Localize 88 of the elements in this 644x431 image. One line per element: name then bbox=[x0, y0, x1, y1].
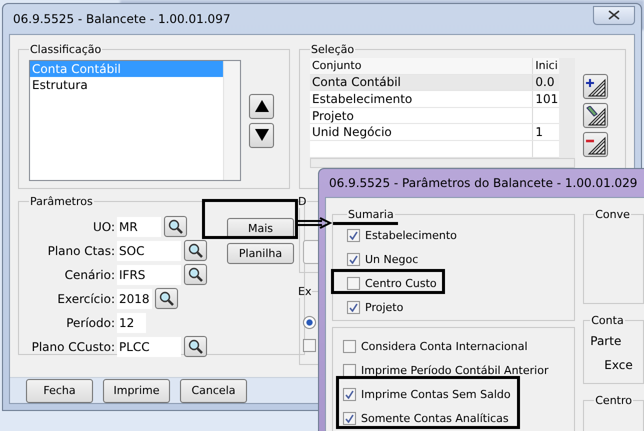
table-cell-text: 101 bbox=[534, 92, 559, 106]
input-field[interactable]: PLCC bbox=[117, 336, 181, 356]
group-label: Ex bbox=[297, 285, 312, 298]
triangle-up-icon bbox=[254, 100, 268, 112]
checkbox-label: Imprime Período Contábil Anterior bbox=[361, 364, 548, 376]
pencil-hatch-icon bbox=[586, 106, 606, 126]
table-row[interactable]: Conta Contábil 0.0 bbox=[310, 74, 559, 92]
minus-hatch-icon bbox=[586, 134, 606, 154]
table-cell: Estabelecimento bbox=[310, 91, 534, 107]
group-label: Classificação bbox=[29, 43, 102, 56]
checkbox-label: Imprime Contas Sem Saldo bbox=[361, 388, 511, 400]
field-label: UO: bbox=[92, 220, 115, 234]
action-button[interactable]: Fecha bbox=[26, 378, 93, 402]
field-label: Plano CCusto: bbox=[30, 340, 115, 354]
search-button[interactable] bbox=[184, 240, 207, 261]
window-title: 06.9.5525 - Parâmetros do Balancete - 1.00.01.029 bbox=[329, 176, 638, 190]
scrollbar[interactable] bbox=[310, 158, 575, 168]
table-cell-text: 0.0 bbox=[534, 75, 556, 90]
field-label: Cenário: bbox=[64, 268, 115, 282]
search-icon bbox=[188, 242, 204, 258]
remove-button[interactable] bbox=[583, 132, 608, 157]
table-row[interactable]: Projeto bbox=[310, 108, 559, 124]
close-button[interactable] bbox=[593, 6, 635, 24]
checkbox-label: Projeto bbox=[365, 300, 404, 314]
input-field[interactable]: IFRS bbox=[117, 264, 181, 284]
field-label: Exce bbox=[603, 357, 634, 374]
table-cell-text: 1 bbox=[534, 125, 544, 140]
annotation-arrow bbox=[296, 217, 332, 229]
input-field[interactable]: 12 bbox=[117, 312, 146, 332]
annotation-underline bbox=[333, 222, 398, 225]
action-button[interactable]: Cancela bbox=[180, 378, 247, 402]
input-field[interactable]: MR bbox=[117, 216, 161, 236]
checkbox-label: Estabelecimento bbox=[365, 228, 457, 242]
checkbox[interactable] bbox=[347, 252, 360, 266]
close-icon bbox=[608, 10, 620, 20]
move-down-button[interactable] bbox=[249, 122, 274, 148]
edit-button[interactable] bbox=[583, 103, 608, 128]
column-header[interactable]: Conjunto bbox=[310, 58, 534, 74]
checkbox[interactable] bbox=[347, 228, 360, 242]
checkbox-label: Considera Conta Internacional bbox=[361, 340, 528, 352]
checkbox[interactable] bbox=[347, 276, 360, 290]
list-item[interactable]: Estrutura bbox=[30, 77, 223, 93]
checkbox-label: Somente Contas Analíticas bbox=[361, 412, 509, 424]
scrollbar[interactable] bbox=[223, 61, 240, 180]
checkbox[interactable] bbox=[343, 412, 356, 424]
window-title: 06.9.5525 - Balancete - 1.00.01.097 bbox=[13, 12, 230, 26]
column-header[interactable]: Inici bbox=[533, 59, 559, 72]
field-label: Período: bbox=[65, 316, 115, 330]
field-label: Parte bbox=[590, 333, 622, 350]
checkbox[interactable] bbox=[347, 300, 360, 314]
search-button[interactable] bbox=[184, 336, 207, 357]
checkbox-label: Un Negoc bbox=[365, 252, 418, 266]
table-cell: Projeto bbox=[310, 108, 534, 124]
group-label: Sumaria bbox=[347, 208, 395, 221]
table-row[interactable]: Unid Negócio 1 bbox=[310, 124, 559, 141]
group-label: Seleção bbox=[310, 43, 356, 56]
group-label: D bbox=[297, 195, 308, 208]
search-button[interactable] bbox=[164, 216, 187, 237]
input-field[interactable]: SOC bbox=[117, 240, 181, 260]
move-up-button[interactable] bbox=[249, 94, 274, 118]
search-icon bbox=[188, 338, 204, 354]
action-button[interactable]: Imprime bbox=[103, 378, 170, 402]
search-icon bbox=[168, 218, 184, 234]
search-icon bbox=[188, 266, 204, 282]
table-cell: Conta Contábil bbox=[310, 74, 534, 90]
group-label: Centro bbox=[594, 394, 633, 407]
checkbox-label: Centro Custo bbox=[365, 276, 437, 290]
search-button[interactable] bbox=[184, 264, 207, 285]
checkbox[interactable] bbox=[303, 339, 316, 352]
search-icon bbox=[158, 290, 174, 306]
field-label: Plano Ctas: bbox=[46, 244, 115, 258]
search-button[interactable] bbox=[155, 288, 178, 309]
field-label: Exercício: bbox=[56, 292, 115, 306]
input-field[interactable]: 2018 bbox=[117, 288, 152, 308]
table-cell: Unid Negócio bbox=[310, 124, 534, 140]
group-label: Conve bbox=[594, 208, 631, 221]
triangle-down-icon bbox=[254, 129, 268, 141]
checkbox[interactable] bbox=[343, 388, 356, 400]
group-label: Parâmetros bbox=[29, 195, 94, 208]
table-row[interactable]: Estabelecimento 101 bbox=[310, 91, 559, 108]
group-label: Conta bbox=[590, 314, 625, 327]
radio-button[interactable] bbox=[303, 316, 316, 329]
list-box[interactable]: Conta Contábil Estrutura bbox=[29, 60, 241, 181]
checkbox[interactable] bbox=[343, 340, 356, 352]
action-button[interactable]: Planilha bbox=[227, 243, 294, 264]
add-button[interactable] bbox=[583, 74, 608, 99]
plus-hatch-icon bbox=[586, 76, 606, 96]
checkbox[interactable] bbox=[343, 364, 356, 376]
